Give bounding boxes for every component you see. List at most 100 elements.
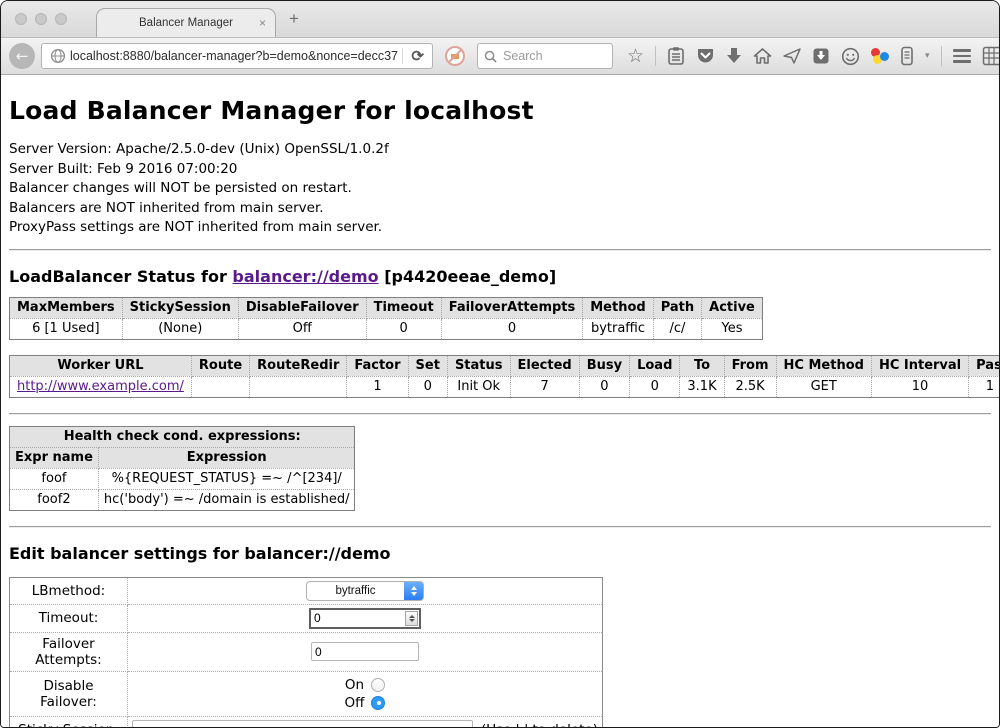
cell-hc-interval: 10 <box>871 376 968 397</box>
radio-on-label: On <box>345 677 364 693</box>
extension-download-icon[interactable] <box>812 47 830 65</box>
col-hc-interval: HC Interval <box>871 355 968 376</box>
menu-icon[interactable] <box>953 49 971 63</box>
worker-status-table: Worker URL Route RouteRedir Factor Set S… <box>9 355 999 398</box>
proxypass-warning-line: ProxyPass settings are NOT inherited fro… <box>9 218 991 238</box>
search-bar[interactable]: Search <box>477 43 613 69</box>
edit-settings-heading: Edit balancer settings for balancer://de… <box>9 544 991 563</box>
url-text[interactable]: localhost:8880/balancer-manager?b=demo&n… <box>70 49 398 63</box>
col-disablefailover: DisableFailover <box>238 297 366 318</box>
close-window-button[interactable] <box>15 13 27 25</box>
failover-attempts-input[interactable] <box>311 642 419 661</box>
container-icon[interactable] <box>900 46 914 66</box>
form-row-disable-failover: Disable Failover: On Off <box>10 671 603 716</box>
toolbar-icons: ☆ <box>627 46 1000 66</box>
health-table-title: Health check cond. expressions: <box>10 426 355 447</box>
col-failoverattempts: FailoverAttempts <box>441 297 583 318</box>
cell-elected: 7 <box>510 376 579 397</box>
tab-close-icon[interactable]: × <box>259 16 266 30</box>
zoom-window-button[interactable] <box>55 13 67 25</box>
col-path: Path <box>653 297 701 318</box>
colors-extension-icon[interactable] <box>871 47 889 65</box>
pocket-icon[interactable] <box>696 47 715 65</box>
disable-failover-on-radio[interactable] <box>371 678 385 692</box>
server-built-line: Server Built: Feb 9 2016 07:00:20 <box>9 160 991 180</box>
col-set: Set <box>408 355 447 376</box>
browser-window: Balancer Manager × + ← localhost:8880/ba… <box>0 0 1000 728</box>
table-header-row: Expr name Expression <box>10 447 355 468</box>
col-expression: Expression <box>98 447 355 468</box>
cell-maxmembers: 6 [1 Used] <box>10 318 123 339</box>
failover-attempts-label: Failover Attempts: <box>10 632 128 671</box>
disable-failover-label: Disable Failover: <box>10 671 128 716</box>
tab-bar: Balancer Manager × + <box>1 1 999 37</box>
col-active: Active <box>702 297 763 318</box>
form-row-timeout: Timeout: <box>10 604 603 632</box>
form-row-failover: Failover Attempts: <box>10 632 603 671</box>
grid-icon[interactable] <box>982 46 1000 66</box>
col-hc-method: HC Method <box>776 355 871 376</box>
tab-balancer-manager[interactable]: Balancer Manager × <box>96 8 276 37</box>
content-blocked-icon[interactable] <box>445 46 465 66</box>
number-spinner-icon[interactable] <box>405 611 418 626</box>
page-content: Load Balancer Manager for localhost Serv… <box>1 75 999 728</box>
download-icon[interactable] <box>726 47 742 65</box>
col-worker-url: Worker URL <box>10 355 192 376</box>
table-row: foof2 hc('body') =~ /domain is establish… <box>10 489 355 510</box>
col-to: To <box>680 355 724 376</box>
back-button[interactable]: ← <box>9 43 35 69</box>
table-row: 6 [1 Used] (None) Off 0 0 bytraffic /c/ … <box>10 318 763 339</box>
home-icon[interactable] <box>753 47 772 65</box>
cell-routeredir <box>250 376 347 397</box>
radio-off-label: Off <box>345 695 365 711</box>
col-from: From <box>724 355 776 376</box>
table-header-row: Health check cond. expressions: <box>10 426 355 447</box>
balancer-settings-form: LBmethod: bytraffic Timeout: <box>9 577 603 728</box>
balancer-demo-link[interactable]: balancer://demo <box>232 267 378 286</box>
table-row: foof %{REQUEST_STATUS} =~ /^[234]/ <box>10 468 355 489</box>
send-icon[interactable] <box>783 47 801 65</box>
url-bar[interactable]: localhost:8880/balancer-manager?b=demo&n… <box>41 43 433 69</box>
col-elected: Elected <box>510 355 579 376</box>
col-passes: Passes <box>969 355 999 376</box>
cell-expr-name: foof <box>10 468 99 489</box>
cell-expression: hc('body') =~ /domain is established/ <box>98 489 355 510</box>
chevron-down-icon[interactable]: ▾ <box>925 51 930 61</box>
window-controls[interactable] <box>15 13 67 25</box>
search-icon <box>484 50 497 63</box>
cell-active: Yes <box>702 318 763 339</box>
new-tab-button[interactable]: + <box>289 9 299 29</box>
cell-set: 0 <box>408 376 447 397</box>
section-divider <box>9 249 991 251</box>
section-divider <box>9 413 991 415</box>
bookmark-star-icon[interactable]: ☆ <box>627 47 644 66</box>
search-placeholder[interactable]: Search <box>503 49 543 63</box>
chat-smiley-icon[interactable] <box>841 47 860 66</box>
col-maxmembers: MaxMembers <box>10 297 123 318</box>
reload-icon[interactable]: ⟳ <box>411 47 424 65</box>
cell-stickysession: (None) <box>122 318 238 339</box>
sticky-session-input[interactable] <box>132 720 473 728</box>
loadbalancer-status-heading: LoadBalancer Status for balancer://demo … <box>9 267 991 286</box>
sticky-delete-hint: (Use '-' to delete) <box>481 722 598 728</box>
col-timeout: Timeout <box>366 297 441 318</box>
col-status: Status <box>447 355 510 376</box>
status-heading-prefix: LoadBalancer Status for <box>9 267 232 286</box>
col-method: Method <box>583 297 653 318</box>
balancer-status-table: MaxMembers StickySession DisableFailover… <box>9 297 763 340</box>
sticky-session-label: Sticky Session: <box>10 716 128 728</box>
toolbar-divider <box>655 46 656 66</box>
cell-expression: %{REQUEST_STATUS} =~ /^[234]/ <box>98 468 355 489</box>
timeout-field[interactable] <box>311 611 405 625</box>
cell-timeout: 0 <box>366 318 441 339</box>
health-check-table: Health check cond. expressions: Expr nam… <box>9 426 355 511</box>
timeout-input[interactable] <box>309 608 421 629</box>
worker-url-link[interactable]: http://www.example.com/ <box>17 379 184 394</box>
table-header-row: Worker URL Route RouteRedir Factor Set S… <box>10 355 1000 376</box>
bookmarks-clipboard-icon[interactable] <box>667 46 685 66</box>
cell-route <box>191 376 249 397</box>
disable-failover-off-radio[interactable] <box>371 696 385 710</box>
minimize-window-button[interactable] <box>35 13 47 25</box>
server-info: Server Version: Apache/2.5.0-dev (Unix) … <box>9 140 991 238</box>
lbmethod-select[interactable]: bytraffic <box>306 581 424 601</box>
